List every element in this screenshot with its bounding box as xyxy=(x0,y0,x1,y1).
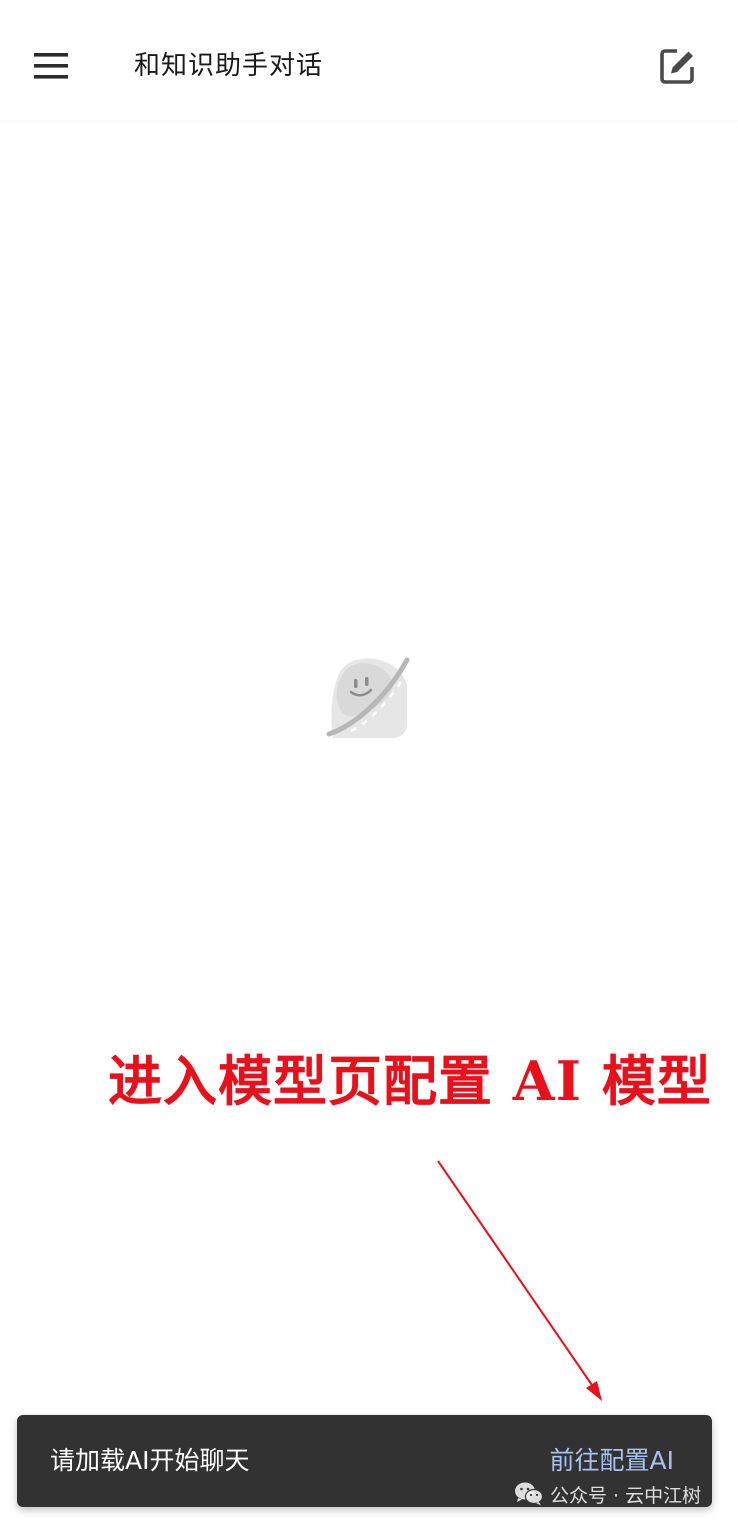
page-title: 和知识助手对话 xyxy=(134,51,324,81)
annotation-label: 进入模型页配置 AI 模型 xyxy=(108,1049,712,1113)
empty-chat-illustration-icon xyxy=(326,657,410,738)
hamburger-menu-icon xyxy=(34,53,68,79)
annotation-arrow xyxy=(437,1160,602,1401)
watermark-text: 公众号 · 云中江树 xyxy=(550,1484,702,1507)
new-chat-button[interactable] xyxy=(648,38,706,96)
menu-button[interactable] xyxy=(24,38,80,94)
edit-new-chat-icon xyxy=(660,49,694,84)
chat-screen: 和知识助手对话 进入模型页配置 AI 模型 请加载AI开始聊天 前往配置AI 公… xyxy=(0,0,738,1524)
watermark: 公众号 · 云中江树 xyxy=(514,1478,701,1510)
configure-ai-button[interactable]: 前往配置AI xyxy=(550,1443,674,1479)
wechat-icon xyxy=(515,1482,544,1506)
app-bar: 和知识助手对话 xyxy=(0,0,738,120)
snackbar-message: 请加载AI开始聊天 xyxy=(50,1446,250,1475)
